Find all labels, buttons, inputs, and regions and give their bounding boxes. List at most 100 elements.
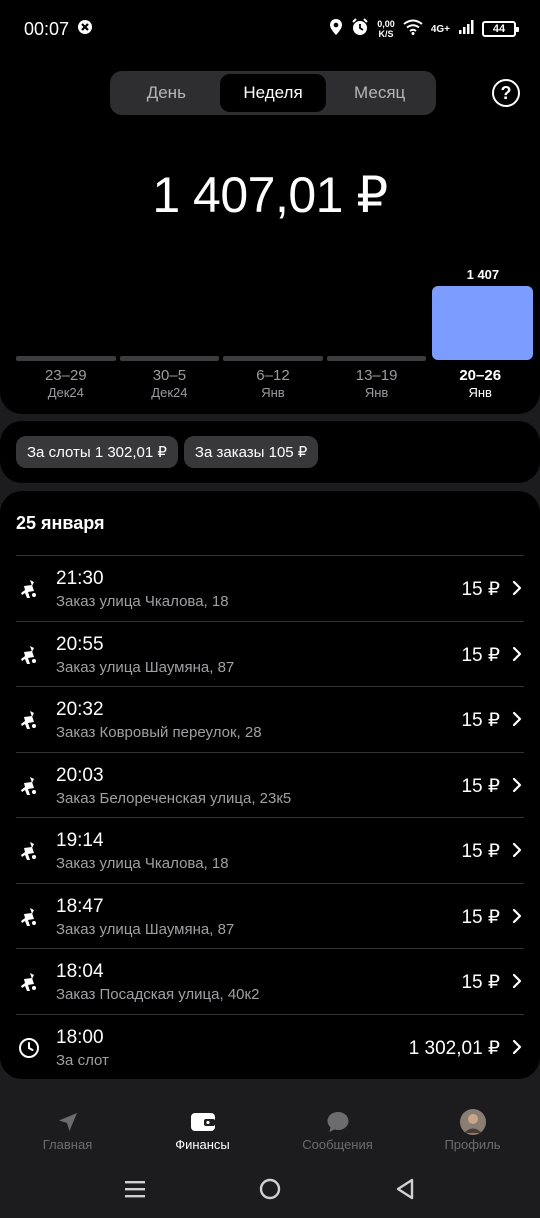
chevron-right-icon	[510, 776, 524, 794]
system-nav-bar	[0, 1161, 540, 1218]
transaction-amount: 1 302,01 ₽	[408, 1037, 500, 1059]
weekly-earnings-chart: 23–29 Дек24 30–5 Дек24 6–12 Янв 13–19 Янв 1 407 2…	[0, 253, 540, 403]
nav-finance[interactable]: Финансы	[135, 1101, 270, 1161]
transaction-amount: 15 ₽	[461, 841, 500, 862]
week-range-label: 23–29	[44, 367, 87, 384]
list-date-heading: 25 января	[16, 513, 105, 533]
transaction-description: За слот	[56, 1051, 109, 1069]
clock-icon	[18, 1037, 40, 1059]
courier-icon	[18, 709, 40, 731]
transaction-description: Заказ улица Шаумяна, 87	[56, 920, 235, 938]
transaction-amount: 15 ₽	[461, 906, 500, 928]
chart-bar[interactable]	[16, 356, 116, 361]
week-month-label: Дек24	[47, 385, 84, 400]
net-speed: 0,00 K/S	[377, 19, 395, 39]
wallet-icon	[190, 1109, 216, 1135]
nav-messages-label: Сообщения	[302, 1137, 373, 1152]
courier-icon	[18, 644, 40, 666]
back-triangle-icon[interactable]	[390, 1175, 420, 1203]
tab-week[interactable]: Неделя	[219, 74, 327, 112]
alarm-icon	[351, 17, 369, 41]
network-type: 4G+	[430, 23, 450, 35]
menu-icon[interactable]	[120, 1175, 150, 1203]
chip-orders[interactable]: За заказы 105 ₽	[183, 436, 319, 468]
wifi-icon	[403, 19, 423, 40]
battery-level: 44	[492, 23, 506, 35]
status-bar: 00:07 0,00 K/S 4G+ 44	[0, 0, 540, 58]
week-month-label: Дек24	[151, 385, 188, 400]
courier-icon	[18, 578, 40, 600]
transaction-amount: 15 ₽	[461, 710, 500, 731]
net-speed-unit: K/S	[378, 29, 394, 39]
nav-profile[interactable]: Профиль	[405, 1101, 540, 1161]
transaction-row[interactable]: 18:47 Заказ улица Шаумяна, 87 15 ₽	[16, 882, 524, 949]
week-month-label: Янв	[364, 385, 389, 400]
app-notification-icon	[77, 19, 93, 40]
transaction-time: 18:00	[56, 1026, 104, 1048]
transaction-amount: 15 ₽	[461, 579, 500, 600]
chevron-right-icon	[510, 1038, 524, 1056]
nav-home-label: Главная	[42, 1137, 93, 1152]
transaction-row[interactable]: 20:32 Заказ Ковровый переулок, 28 15 ₽	[16, 686, 524, 752]
chart-bar[interactable]	[432, 286, 534, 360]
week-range-label: 13–19	[355, 367, 398, 384]
transaction-time: 20:55	[56, 633, 104, 655]
chevron-right-icon	[510, 579, 524, 597]
chart-bar-value-label: 1 407	[466, 267, 500, 282]
transaction-amount: 15 ₽	[461, 972, 500, 993]
week-month-label: Янв	[261, 385, 285, 400]
chart-bar[interactable]	[326, 356, 427, 361]
chart-bar[interactable]	[223, 356, 323, 361]
transaction-time: 18:04	[56, 961, 104, 982]
week-range-label: 20–26	[459, 367, 502, 384]
courier-icon	[18, 906, 40, 928]
transaction-description: Заказ Ковровый переулок, 28	[56, 724, 262, 741]
courier-icon	[18, 971, 40, 993]
help-icon[interactable]: ?	[492, 79, 520, 107]
chart-bar[interactable]	[119, 356, 220, 361]
total-amount: 1 407,01 ₽	[152, 167, 388, 223]
transaction-description: Заказ улица Чкалова, 18	[56, 593, 229, 610]
avatar	[459, 1109, 487, 1135]
courier-icon	[18, 775, 40, 797]
tab-month[interactable]: Месяц	[326, 74, 433, 112]
transaction-amount: 15 ₽	[461, 775, 500, 797]
tab-day[interactable]: День	[113, 74, 220, 112]
transaction-time: 20:32	[56, 699, 104, 720]
transaction-time: 18:47	[56, 895, 104, 917]
transactions-list: 21:30 Заказ улица Чкалова, 18 15 ₽ 20:55 Зак…	[0, 555, 540, 1079]
transaction-row[interactable]: 18:04 Заказ Посадская улица, 40к2 15 ₽	[16, 948, 524, 1014]
battery-icon: 44	[482, 21, 519, 37]
transaction-description: Заказ Белореченская улица, 23к5	[56, 789, 292, 807]
transaction-time: 19:14	[56, 830, 104, 851]
transaction-description: Заказ улица Шаумяна, 87	[56, 658, 235, 676]
transaction-row[interactable]: 21:30 Заказ улица Чкалова, 18 15 ₽	[16, 555, 524, 621]
transaction-row[interactable]: 19:14 Заказ улица Чкалова, 18 15 ₽	[16, 817, 524, 883]
chevron-right-icon	[510, 841, 524, 859]
home-circle-icon[interactable]	[255, 1175, 285, 1203]
navigation-arrow-icon	[57, 1109, 79, 1135]
transaction-description: Заказ Посадская улица, 40к2	[56, 986, 260, 1003]
nav-messages[interactable]: Сообщения	[270, 1101, 405, 1161]
transaction-row[interactable]: 20:55 Заказ улица Шаумяна, 87 15 ₽	[16, 620, 524, 687]
transactions-card: 25 января 21:30 Заказ улица Чкалова, 18 15…	[0, 491, 540, 1079]
week-range-label: 30–5	[152, 367, 187, 384]
net-speed-value: 0,00	[377, 19, 395, 29]
bottom-nav: Главная Финансы Сообщения Профиль	[0, 1101, 540, 1161]
summary-card: День Неделя Месяц ? 1 407,01 ₽ 23–29 Дек2…	[0, 58, 540, 414]
signal-icon	[458, 19, 474, 40]
transaction-row[interactable]: 18:00 За слот 1 302,01 ₽	[16, 1013, 524, 1080]
courier-icon	[18, 840, 40, 862]
chip-slots[interactable]: За слоты 1 302,01 ₽	[16, 436, 178, 468]
chevron-right-icon	[510, 907, 524, 925]
transaction-amount: 15 ₽	[461, 644, 500, 666]
chevron-right-icon	[510, 645, 524, 663]
nav-home[interactable]: Главная	[0, 1101, 135, 1161]
transaction-time: 20:03	[56, 764, 104, 786]
transaction-row[interactable]: 20:03 Заказ Белореченская улица, 23к5 15 ₽	[16, 751, 524, 818]
nav-finance-label: Финансы	[175, 1137, 230, 1152]
transaction-time: 21:30	[56, 568, 104, 589]
location-icon	[329, 18, 343, 41]
earnings-breakdown: За слоты 1 302,01 ₽ За заказы 105 ₽	[0, 421, 540, 483]
period-switcher: День Неделя Месяц	[110, 71, 436, 115]
